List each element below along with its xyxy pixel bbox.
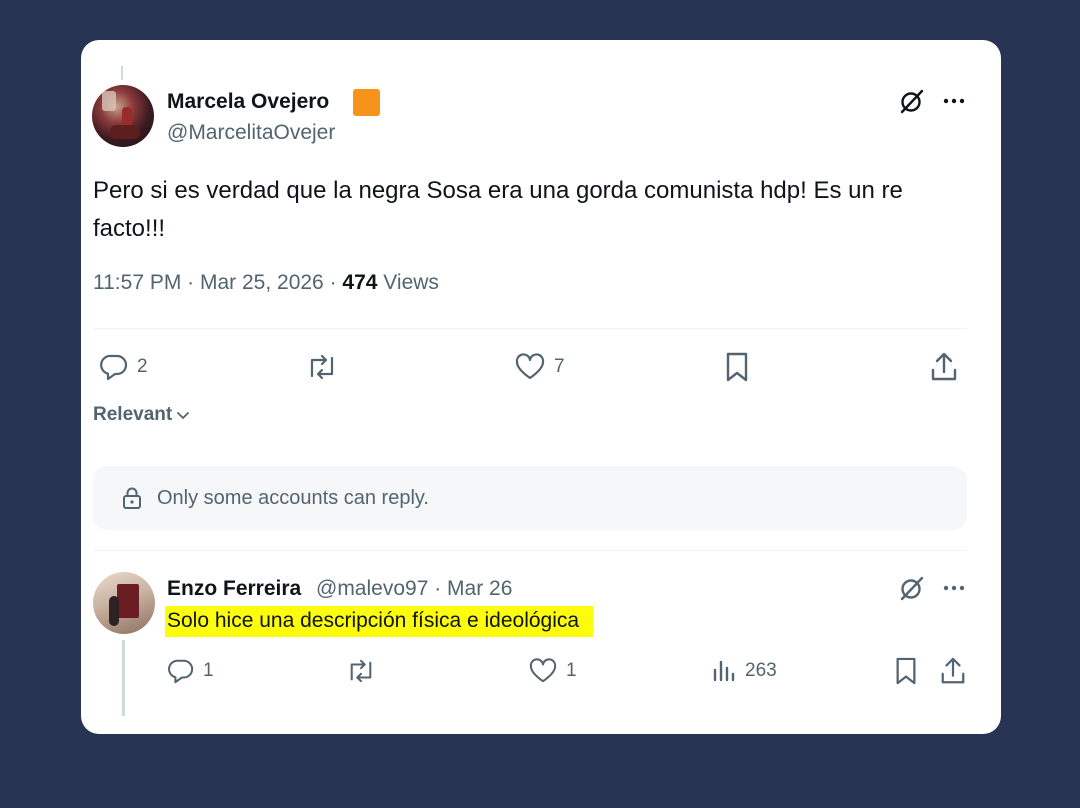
- tweet-timestamp[interactable]: 11:57 PM · Mar 25, 2026 ·: [93, 271, 342, 294]
- reply-button[interactable]: 1: [167, 658, 214, 684]
- bookmark-button[interactable]: [893, 656, 919, 686]
- like-icon: [515, 353, 545, 380]
- divider: [93, 550, 967, 551]
- views-label: Views: [377, 271, 439, 294]
- like-count: 7: [554, 356, 565, 377]
- sort-dropdown[interactable]: Relevant: [93, 404, 191, 426]
- bookmark-button[interactable]: [723, 351, 751, 383]
- retweet-button[interactable]: [345, 658, 377, 684]
- views-count: 263: [745, 660, 777, 681]
- share-button[interactable]: [929, 351, 959, 383]
- views-button[interactable]: 263: [711, 658, 777, 684]
- reply-restriction-text: Only some accounts can reply.: [157, 486, 429, 509]
- share-icon: [931, 352, 957, 381]
- reply-icon: [168, 659, 194, 684]
- retweet-icon: [350, 659, 372, 683]
- reply-text: Solo hice una descripción física e ideol…: [165, 606, 594, 637]
- reply-count: 2: [137, 356, 148, 377]
- thread-line: [122, 640, 125, 716]
- reply-icon: [100, 354, 128, 381]
- reply-count: 1: [203, 660, 214, 681]
- thread-line: [121, 66, 123, 80]
- reply-avatar[interactable]: [93, 572, 155, 634]
- tweet-text: Pero si es verdad que la negra Sosa era …: [93, 177, 903, 242]
- reply-author-handle[interactable]: @malevo97 · Mar 26: [316, 577, 512, 601]
- lock-icon: [123, 487, 141, 509]
- like-count: 1: [566, 660, 577, 681]
- more-icon[interactable]: [941, 575, 967, 601]
- bookmark-icon: [726, 352, 748, 382]
- author-name[interactable]: Marcela Ovejero: [167, 90, 329, 114]
- reply-button[interactable]: 2: [99, 353, 148, 381]
- author-handle[interactable]: @MarcelitaOvejer: [167, 121, 335, 145]
- grok-icon[interactable]: [899, 88, 925, 114]
- share-button[interactable]: [939, 656, 967, 686]
- more-icon[interactable]: [941, 88, 967, 114]
- grok-icon[interactable]: [899, 575, 925, 601]
- share-icon: [941, 657, 965, 684]
- views-count: 474: [342, 271, 378, 294]
- like-icon: [529, 658, 557, 683]
- avatar[interactable]: [92, 85, 154, 147]
- reply-restriction-notice: Only some accounts can reply.: [93, 466, 967, 530]
- reply-text-container: Solo hice una descripción física e ideol…: [165, 606, 594, 637]
- retweet-button[interactable]: [305, 353, 339, 381]
- sort-label: Relevant: [93, 404, 173, 425]
- retweet-icon: [310, 354, 334, 380]
- like-button[interactable]: 1: [528, 658, 577, 684]
- chevron-down-icon: [177, 412, 190, 420]
- like-button[interactable]: 7: [514, 353, 565, 381]
- views-icon: [713, 660, 735, 682]
- tweet-card: Marcela Ovejero @MarcelitaOvejer Pero si…: [81, 40, 1001, 734]
- tweet-meta: 11:57 PM · Mar 25, 2026 · 474 Views: [93, 271, 439, 295]
- verified-badge: [353, 89, 380, 116]
- bookmark-icon: [896, 657, 916, 685]
- reply-author-name[interactable]: Enzo Ferreira: [167, 577, 301, 601]
- divider: [93, 328, 967, 329]
